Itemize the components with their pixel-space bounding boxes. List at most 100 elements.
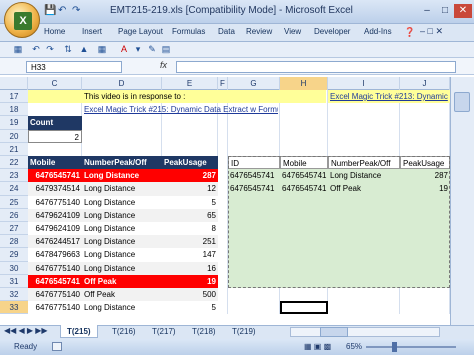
row-header[interactable]: 23 bbox=[0, 169, 28, 183]
save-icon[interactable]: 💾 bbox=[44, 5, 56, 16]
column-header-g[interactable]: G bbox=[228, 77, 280, 90]
row-header[interactable]: 22 bbox=[0, 156, 28, 170]
row-header[interactable]: 30 bbox=[0, 261, 28, 275]
table-cell-usage[interactable]: 251 bbox=[162, 235, 218, 249]
table-cell-mobile[interactable]: 6476545741 bbox=[28, 274, 82, 288]
table-cell-usage[interactable]: 16 bbox=[162, 261, 218, 275]
table-cell-mobile[interactable]: 6479374514 bbox=[28, 182, 82, 196]
zoom-level[interactable]: 65% bbox=[346, 342, 362, 351]
row-header[interactable]: 28 bbox=[0, 235, 28, 249]
table-cell-usage[interactable]: 12 bbox=[162, 182, 218, 196]
fill-color-icon[interactable]: ▲ bbox=[78, 44, 90, 55]
scrollbar-thumb[interactable] bbox=[454, 92, 470, 112]
table-cell-type[interactable]: Long Distance bbox=[82, 208, 162, 222]
maximize-button[interactable]: □ bbox=[436, 4, 454, 18]
row-header[interactable]: 18 bbox=[0, 103, 28, 117]
table-cell-usage[interactable]: 287 bbox=[162, 169, 218, 183]
row-header[interactable]: 17 bbox=[0, 90, 28, 104]
borders-icon[interactable]: ▦ bbox=[96, 44, 108, 55]
macro-record-icon[interactable] bbox=[52, 342, 62, 351]
table-cell-mobile[interactable]: 6476775140 bbox=[28, 261, 82, 275]
sheet-tab-t216[interactable]: T(216) bbox=[106, 325, 142, 338]
table-cell-usage[interactable]: 147 bbox=[162, 248, 218, 262]
fx-icon[interactable]: fx bbox=[160, 60, 167, 70]
tab-home[interactable]: Home bbox=[44, 27, 65, 36]
table-header[interactable]: NumberPeak/Off bbox=[82, 156, 162, 170]
link-emt215[interactable]: Excel Magic Trick #215: Dynamic Data Ext… bbox=[82, 103, 278, 116]
table-cell-type[interactable]: Off Peak bbox=[82, 274, 162, 288]
sort-icon[interactable]: ⇅ bbox=[62, 44, 74, 55]
row-header[interactable]: 24 bbox=[0, 182, 28, 196]
tab-view[interactable]: View bbox=[284, 27, 301, 36]
column-header-j[interactable]: J bbox=[400, 77, 450, 90]
hscroll-thumb[interactable] bbox=[320, 327, 348, 337]
view-buttons-icon[interactable]: ▦ ▣ ▩ bbox=[304, 342, 331, 351]
table-cell-mobile[interactable]: 6476775140 bbox=[28, 301, 82, 315]
row-header[interactable]: 19 bbox=[0, 116, 28, 130]
tab-add-ins[interactable]: Add-Ins bbox=[364, 27, 392, 36]
select-all-corner[interactable] bbox=[0, 77, 28, 90]
row-header[interactable]: 33 bbox=[0, 301, 28, 315]
table-cell-mobile[interactable]: 6476244517 bbox=[28, 235, 82, 249]
table-cell-type[interactable]: Off Peak bbox=[82, 288, 162, 302]
count-value[interactable]: 2 bbox=[28, 129, 82, 143]
chevron-down-icon[interactable]: ▾ bbox=[132, 44, 144, 55]
name-box[interactable]: H33 bbox=[26, 61, 122, 73]
tab-formulas[interactable]: Formulas bbox=[172, 27, 205, 36]
sheet-tab-t219[interactable]: T(219) bbox=[226, 325, 262, 338]
column-header-e[interactable]: E bbox=[162, 77, 218, 90]
table-cell-mobile[interactable]: 6476775140 bbox=[28, 288, 82, 302]
formula-input[interactable] bbox=[176, 61, 456, 73]
close-button[interactable]: ✕ bbox=[454, 4, 472, 18]
zoom-slider-thumb[interactable] bbox=[392, 342, 397, 352]
tab-review[interactable]: Review bbox=[246, 27, 272, 36]
tab-developer[interactable]: Developer bbox=[314, 27, 350, 36]
table-cell-type[interactable]: Long Distance bbox=[82, 169, 162, 183]
table-cell-usage[interactable]: 65 bbox=[162, 208, 218, 222]
undo-icon[interactable]: ↶ bbox=[30, 44, 42, 55]
tab-insert[interactable]: Insert bbox=[82, 27, 102, 36]
table-cell-type[interactable]: Long Distance bbox=[82, 182, 162, 196]
table-cell-type[interactable]: Long Distance bbox=[82, 301, 162, 315]
table-cell-usage[interactable]: 8 bbox=[162, 222, 218, 236]
table-cell-mobile[interactable]: 6476545741 bbox=[28, 169, 82, 183]
column-header-h[interactable]: H bbox=[280, 77, 328, 90]
sheet-tab-t218[interactable]: T(218) bbox=[186, 325, 222, 338]
sheet-tab-t217[interactable]: T(217) bbox=[146, 325, 182, 338]
table-cell-type[interactable]: Long Distance bbox=[82, 195, 162, 209]
column-header-c[interactable]: C bbox=[28, 77, 82, 90]
sheet-tab-t215[interactable]: T(215) bbox=[60, 325, 98, 338]
minimize-ribbon-icon[interactable]: – □ ✕ bbox=[420, 26, 443, 37]
row-header[interactable]: 26 bbox=[0, 208, 28, 222]
horizontal-scrollbar[interactable] bbox=[290, 327, 440, 337]
sheet-nav-arrows[interactable]: ◀◀ ◀ ▶ ▶▶ bbox=[4, 326, 48, 335]
column-header-d[interactable]: D bbox=[82, 77, 162, 90]
table-cell-usage[interactable]: 500 bbox=[162, 288, 218, 302]
row-header[interactable]: 21 bbox=[0, 142, 28, 156]
table-cell-type[interactable]: Long Distance bbox=[82, 248, 162, 262]
table-cell-usage[interactable]: 5 bbox=[162, 195, 218, 209]
row-header[interactable]: 31 bbox=[0, 274, 28, 288]
link-emt213[interactable]: Excel Magic Trick #213: Dynamic bbox=[328, 90, 450, 104]
column-header-i[interactable]: I bbox=[328, 77, 400, 90]
redo-icon[interactable]: ↷ bbox=[72, 5, 80, 16]
table-cell-mobile[interactable]: 6478479663 bbox=[28, 248, 82, 262]
table-cell-type[interactable]: Long Distance bbox=[82, 235, 162, 249]
draw-icon[interactable]: ✎ bbox=[146, 44, 158, 55]
zoom-slider[interactable] bbox=[366, 346, 456, 348]
minimize-button[interactable]: – bbox=[418, 4, 436, 18]
table-header[interactable]: PeakUsage bbox=[162, 156, 218, 170]
table-cell-mobile[interactable]: 6476775140 bbox=[28, 195, 82, 209]
help-icon[interactable]: ❓ bbox=[404, 27, 415, 38]
table-header[interactable]: Mobile bbox=[28, 156, 82, 170]
office-button[interactable]: X bbox=[4, 2, 40, 38]
table-cell-mobile[interactable]: 6479624109 bbox=[28, 208, 82, 222]
tab-data[interactable]: Data bbox=[218, 27, 235, 36]
table-cell-usage[interactable]: 19 bbox=[162, 274, 218, 288]
column-header-f[interactable]: F bbox=[218, 77, 228, 90]
redo-icon[interactable]: ↷ bbox=[44, 44, 56, 55]
row-header[interactable]: 25 bbox=[0, 195, 28, 209]
row-header[interactable]: 27 bbox=[0, 222, 28, 236]
tab-page-layout[interactable]: Page Layout bbox=[118, 27, 163, 36]
table-cell-mobile[interactable]: 6479624109 bbox=[28, 222, 82, 236]
